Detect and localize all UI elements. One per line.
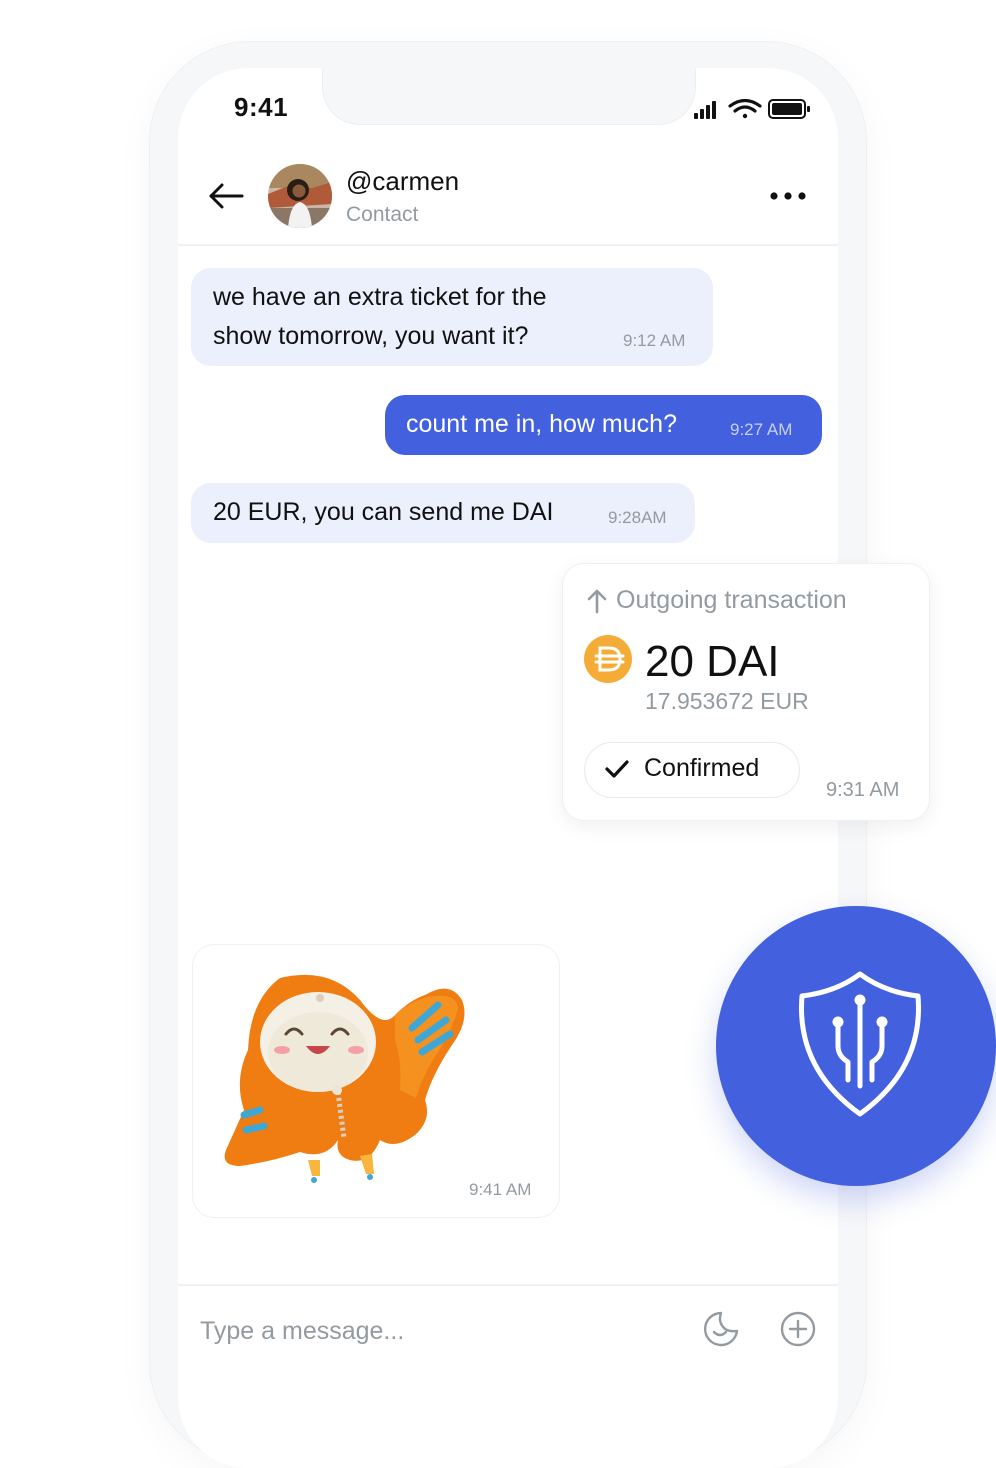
- battery-icon: [768, 99, 810, 119]
- check-icon: [605, 760, 629, 778]
- transaction-amount: 20 DAI: [645, 637, 780, 686]
- mascot-sticker: [224, 974, 465, 1183]
- arrow-up-icon: [587, 589, 607, 614]
- transaction-time: 9:31 AM: [826, 779, 900, 801]
- message-time: 9:27 AM: [730, 420, 793, 439]
- more-horizontal-icon: [770, 192, 806, 200]
- message-text: show tomorrow, you want it?: [213, 322, 529, 350]
- message-text: count me in, how much?: [406, 410, 677, 438]
- add-button[interactable]: [779, 1310, 817, 1348]
- contact-subtitle: Contact: [346, 203, 419, 226]
- message-bubble[interactable]: we have an extra ticket for the show tom…: [191, 268, 713, 366]
- wifi-icon: [728, 98, 762, 119]
- status-time: 9:41: [234, 92, 289, 122]
- status-label: Confirmed: [644, 754, 760, 782]
- message-text: we have an extra ticket for the: [213, 283, 547, 311]
- avatar[interactable]: [268, 164, 332, 228]
- sticker-button[interactable]: [702, 1310, 740, 1348]
- back-button[interactable]: [206, 178, 246, 214]
- contact-name[interactable]: @carmen: [346, 166, 459, 197]
- dai-icon: [584, 635, 632, 683]
- message-time: 9:28AM: [608, 508, 667, 527]
- message-bubble[interactable]: 20 EUR, you can send me DAI 9:28AM: [191, 483, 695, 543]
- transaction-label: Outgoing transaction: [616, 586, 847, 614]
- sticker-icon: [704, 1311, 739, 1347]
- arrow-left-icon: [209, 183, 244, 209]
- sticker-time: 9:41 AM: [469, 1180, 532, 1199]
- status-icons: [694, 98, 810, 119]
- signal-icon: [694, 101, 716, 119]
- transaction-fiat-value: 17.953672 EUR: [645, 688, 809, 714]
- message-text: 20 EUR, you can send me DAI: [213, 498, 554, 526]
- message-time: 9:12 AM: [623, 331, 686, 350]
- phone-notch: [322, 68, 696, 125]
- plus-circle-icon: [780, 1311, 816, 1347]
- shield-circuit-icon: [798, 971, 922, 1117]
- more-options-button[interactable]: [768, 186, 808, 206]
- message-bubble[interactable]: count me in, how much? 9:27 AM: [385, 395, 822, 455]
- message-input[interactable]: [198, 1310, 662, 1352]
